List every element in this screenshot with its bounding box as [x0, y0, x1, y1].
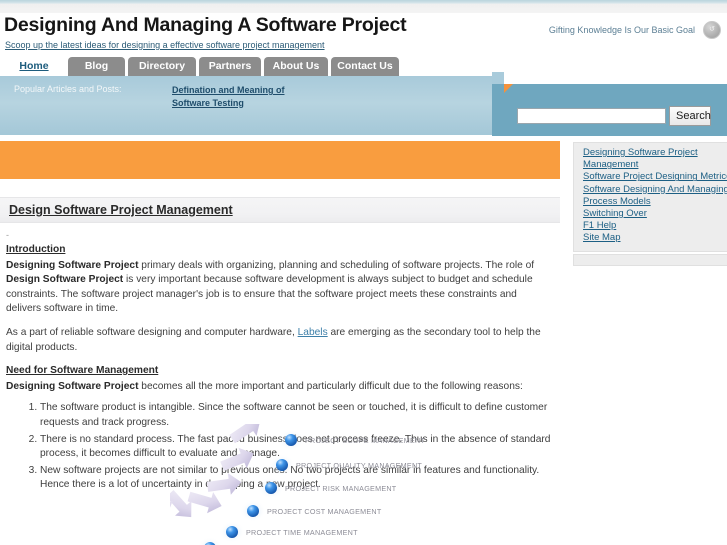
- intro-text-1: primary deals with organizing, planning …: [138, 259, 535, 271]
- popular-articles-banner: Popular Articles and Posts: Defination a…: [0, 76, 500, 136]
- sidebar-link-switching-over[interactable]: Switching Over: [574, 208, 727, 220]
- sidebar-link-designing-software-project-management[interactable]: Designing Software Project Management: [574, 147, 727, 171]
- need-paragraph: Designing Software Project becomes all t…: [6, 380, 554, 395]
- sidebar-link-process-models[interactable]: Process Models: [574, 196, 727, 208]
- labels-text-before: As a part of reliable software designing…: [6, 326, 298, 338]
- need-bold: Designing Software Project: [6, 380, 139, 392]
- header-slogan: Gifting Knowledge Is Our Basic Goal: [548, 25, 695, 35]
- project-management-diagram: PROJECT SCOPE MANAGEMENT PROJECT QUALITY…: [170, 424, 560, 545]
- site-title: Designing And Managing A Software Projec…: [4, 14, 407, 36]
- refresh-circle-icon[interactable]: ↺: [703, 21, 721, 39]
- tab-directory[interactable]: Directory: [128, 57, 196, 76]
- diagram-label-quality: PROJECT QUALITY MANAGEMENT: [296, 461, 422, 470]
- top-gray-strip: [0, 4, 727, 13]
- site-tagline[interactable]: Scoop up the latest ideas for designing …: [5, 40, 325, 50]
- search-button[interactable]: Search: [669, 106, 711, 126]
- sidebar-link-software-designing-and-managing[interactable]: Software Designing And Managing: [574, 184, 727, 196]
- sidebar-link-site-map[interactable]: Site Map: [574, 232, 727, 244]
- sidebar-links-box: Designing Software Project Management So…: [573, 142, 727, 252]
- introduction-heading: Introduction: [6, 244, 66, 255]
- main-navigation: Home Blog Directory Partners About Us Co…: [0, 57, 727, 76]
- tab-partners[interactable]: Partners: [199, 57, 261, 76]
- diagram-label-risk: PROJECT RISK MANAGEMENT: [285, 484, 397, 493]
- labels-link[interactable]: Labels: [298, 327, 328, 338]
- need-heading: Need for Software Management: [6, 365, 159, 377]
- site-header: Designing And Managing A Software Projec…: [0, 13, 727, 55]
- diagram-label-cost: PROJECT COST MANAGEMENT: [267, 507, 382, 516]
- refresh-icon-glyph: ↺: [709, 26, 715, 33]
- tab-home[interactable]: Home: [6, 57, 62, 76]
- diagram-label-scope: PROJECT SCOPE MANAGEMENT: [305, 436, 425, 445]
- need-text: becomes all the more important and parti…: [138, 380, 523, 392]
- popular-articles-label: Popular Articles and Posts:: [14, 84, 122, 94]
- sidebar-link-f1-help[interactable]: F1 Help: [574, 220, 727, 232]
- page-title: Design Software Project Management: [9, 203, 233, 217]
- tab-blog[interactable]: Blog: [68, 57, 125, 76]
- diagram-label-time: PROJECT TIME MANAGEMENT: [246, 528, 358, 537]
- orange-triangle-accent-icon: [504, 84, 513, 93]
- banner-underline: [0, 135, 500, 138]
- orange-divider-bar: [0, 141, 560, 179]
- sidebar-link-software-project-designing-metrices[interactable]: Software Project Designing Metrices: [574, 171, 727, 183]
- tab-about-us[interactable]: About Us: [264, 57, 328, 76]
- intro-paragraph-2: As a part of reliable software designing…: [6, 326, 554, 355]
- popular-article-link[interactable]: Defination and Meaning of Software Testi…: [172, 84, 302, 109]
- project-management-spiral-svg: PROJECT SCOPE MANAGEMENT PROJECT QUALITY…: [170, 424, 425, 545]
- intro-bold-2: Design Software Project: [6, 274, 124, 286]
- intro-paragraph-1: Designing Software Project primary deals…: [6, 259, 554, 317]
- search-input[interactable]: [517, 108, 666, 124]
- intro-bold-1: Designing Software Project: [6, 259, 139, 271]
- tab-contact-us[interactable]: Contact Us: [331, 57, 399, 76]
- sidebar-secondary-box: [573, 254, 727, 266]
- dash-separator: -: [6, 230, 9, 240]
